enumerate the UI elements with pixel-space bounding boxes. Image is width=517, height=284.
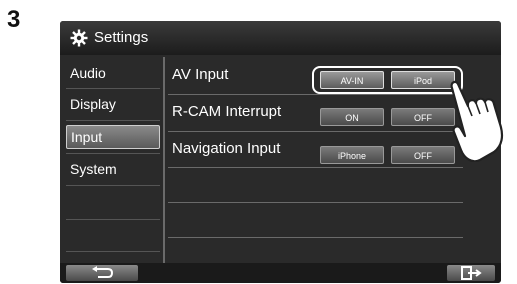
row-divider	[168, 131, 463, 132]
settings-screen: Settings Audio Display Input System AV I…	[60, 21, 501, 283]
back-arrow-icon	[92, 266, 114, 278]
exit-icon	[461, 266, 482, 280]
sidebar-divider	[66, 251, 160, 252]
sidebar-divider	[66, 219, 160, 220]
sidebar-item-system[interactable]: System	[66, 157, 160, 181]
rcam-on-button[interactable]: ON	[320, 108, 384, 126]
sidebar-item-display[interactable]: Display	[66, 92, 160, 116]
sidebar-divider	[66, 88, 160, 89]
navigation-input-label: Navigation Input	[172, 140, 281, 157]
sidebar-divider	[66, 153, 160, 154]
row-divider	[168, 237, 463, 238]
av-input-label: AV Input	[172, 66, 229, 83]
vertical-divider	[163, 57, 165, 263]
hand-pointer-icon	[450, 80, 504, 162]
gear-icon	[70, 29, 88, 47]
exit-button[interactable]	[447, 265, 495, 281]
sidebar-divider	[66, 185, 160, 186]
row-divider	[168, 202, 463, 203]
back-button[interactable]	[66, 265, 138, 281]
window-title: Settings	[94, 29, 149, 46]
rcam-interrupt-label: R-CAM Interrupt	[172, 103, 282, 120]
sidebar-item-audio[interactable]: Audio	[66, 61, 160, 85]
sidebar-divider	[66, 120, 160, 121]
nav-iphone-button[interactable]: iPhone	[320, 146, 384, 164]
sidebar-item-input[interactable]: Input	[66, 125, 160, 149]
settings-sidebar: Audio Display Input System	[66, 59, 160, 261]
bottom-bar	[60, 263, 501, 283]
step-number: 3	[7, 6, 21, 33]
row-divider	[168, 167, 463, 168]
title-bar: Settings	[60, 21, 501, 55]
row-divider	[168, 94, 463, 95]
av-input-highlight	[312, 66, 463, 94]
